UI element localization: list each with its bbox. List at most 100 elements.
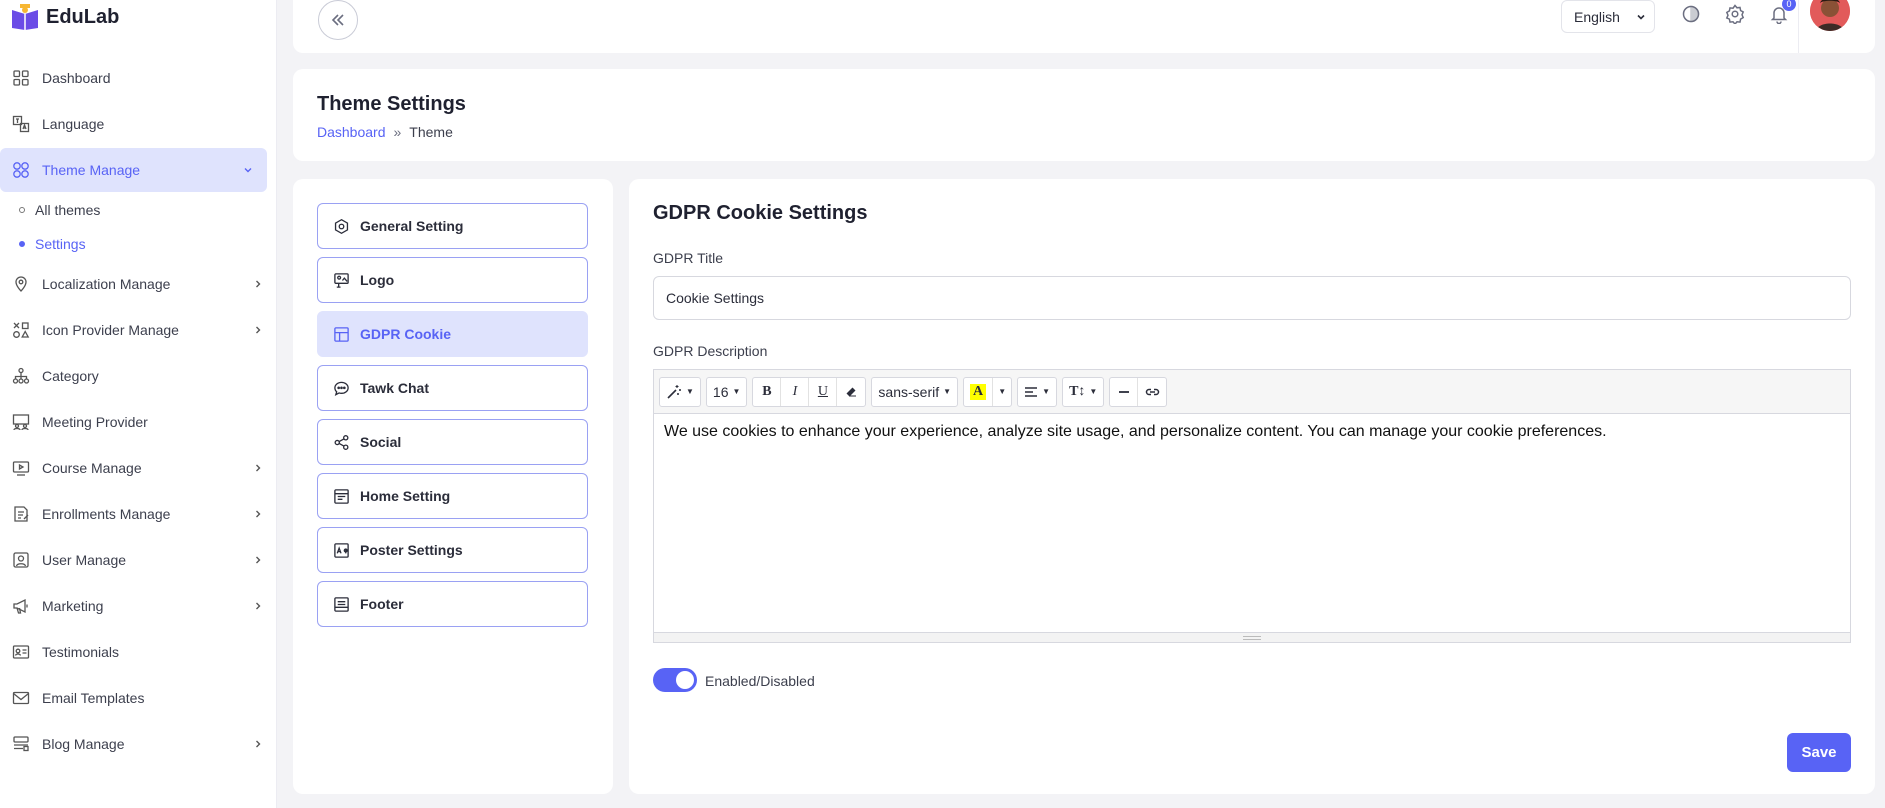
italic-icon: I (792, 383, 798, 399)
sidebar-subitem-label: All themes (35, 202, 101, 218)
eraser-icon (846, 387, 856, 397)
settings-tab-label: Poster Settings (360, 542, 463, 558)
sidebar-subitem-settings[interactable]: Settings (0, 227, 277, 261)
sidebar-item-label: Course Manage (42, 460, 142, 476)
text-color-button[interactable]: A (964, 377, 994, 406)
mail-icon (11, 689, 30, 708)
user-icon (11, 551, 30, 570)
double-chevron-left-icon (331, 14, 344, 26)
location-icon (11, 275, 30, 294)
editor-toolbar: ▼ 16 ▼ B I U sans-serif ▼ A ▼ ▼ T↕ ▼ (654, 370, 1850, 414)
chevron-right-icon (251, 507, 265, 521)
gdpr-description-label: GDPR Description (653, 343, 768, 359)
sidebar-item-meeting-provider[interactable]: Meeting Provider (0, 399, 277, 445)
sidebar-item-email-templates[interactable]: Email Templates (0, 675, 277, 721)
sidebar-item-enrollments-manage[interactable]: Enrollments Manage (0, 491, 277, 537)
align-button[interactable]: ▼ (1018, 378, 1056, 406)
sidebar-item-label: Meeting Provider (42, 414, 148, 430)
sidebar-item-marketing[interactable]: Marketing (0, 583, 277, 629)
editor-content[interactable]: We use cookies to enhance your experienc… (654, 414, 1850, 632)
settings-tab-label: Footer (360, 596, 404, 612)
panel-title: GDPR Cookie Settings (653, 202, 868, 224)
settings-gear-icon[interactable] (1723, 2, 1747, 26)
sidebar-item-icon-provider-manage[interactable]: Icon Provider Manage (0, 307, 277, 353)
breadcrumb-home-link[interactable]: Dashboard (317, 124, 386, 140)
notification-bell-icon[interactable]: 0 (1767, 0, 1796, 26)
chevron-right-icon (251, 599, 265, 613)
sidebar-item-category[interactable]: Category (0, 353, 277, 399)
layout-icon (333, 488, 350, 505)
language-select[interactable]: English (1561, 0, 1655, 33)
underline-button[interactable]: U (809, 377, 838, 406)
settings-tab-social[interactable]: Social (317, 419, 588, 465)
sidebar-item-testimonials[interactable]: Testimonials (0, 629, 277, 675)
sidebar-subitem-all-themes[interactable]: All themes (0, 193, 277, 227)
sidebar-nav: Dashboard Language Theme Manage All them… (0, 55, 277, 767)
brand[interactable]: EduLab (10, 2, 119, 32)
clear-format-button[interactable] (837, 378, 865, 406)
font-size-select[interactable]: 16 ▼ (707, 378, 747, 406)
settings-tab-label: Logo (360, 272, 395, 288)
settings-tab-label: General Setting (360, 218, 464, 234)
font-size-group: 16 ▼ (705, 376, 748, 407)
bullet-icon (19, 241, 25, 247)
sidebar-item-label: Icon Provider Manage (42, 322, 179, 338)
topbar: English 0 (293, 0, 1875, 53)
insert-group (1109, 376, 1168, 407)
settings-tab-footer[interactable]: Footer (317, 581, 588, 627)
user-avatar-icon (1810, 0, 1850, 31)
breadcrumb: Dashboard » Theme (317, 124, 453, 140)
id-card-icon (11, 643, 30, 662)
horizontal-rule-button[interactable] (1110, 377, 1139, 406)
chevron-right-icon (251, 461, 265, 475)
insert-link-button[interactable] (1138, 378, 1166, 406)
sidebar-item-label: User Manage (42, 552, 127, 568)
enroll-icon (11, 505, 30, 524)
toggle-knob (676, 671, 694, 689)
page-header: Theme Settings Dashboard » Theme (293, 69, 1875, 161)
color-dropdown-button[interactable]: ▼ (993, 378, 1011, 406)
sidebar-item-label: Category (42, 368, 99, 384)
editor-resize-handle[interactable] (654, 632, 1850, 642)
magic-wand-button[interactable]: ▼ (660, 378, 700, 406)
breadcrumb-separator: » (393, 124, 402, 140)
settings-tab-label: Home Setting (360, 488, 451, 504)
font-family-select[interactable]: sans-serif ▼ (872, 378, 957, 406)
avatar[interactable] (1810, 0, 1850, 31)
text-color-icon: A (970, 383, 987, 400)
enabled-toggle[interactable] (653, 668, 697, 692)
settings-tab-home-setting[interactable]: Home Setting (317, 473, 588, 519)
settings-tab-label: Tawk Chat (360, 380, 429, 396)
link-icon (1145, 388, 1160, 395)
language-select-value: English (1574, 8, 1620, 25)
chevron-right-icon (251, 277, 265, 291)
gear-hex-icon (333, 218, 350, 235)
megaphone-icon (11, 597, 30, 616)
settings-tab-tawk-chat[interactable]: Tawk Chat (317, 365, 588, 411)
line-height-button[interactable]: T↕ ▼ (1063, 378, 1103, 406)
sidebar-item-localization-manage[interactable]: Localization Manage (0, 261, 277, 307)
sidebar-item-course-manage[interactable]: Course Manage (0, 445, 277, 491)
bold-button[interactable]: B (753, 377, 782, 406)
style-group: ▼ (659, 376, 701, 407)
sidebar-subitem-label: Settings (35, 236, 86, 252)
gdpr-title-input[interactable] (653, 276, 1851, 320)
collapse-sidebar-button[interactable] (318, 0, 358, 40)
save-button[interactable]: Save (1787, 733, 1851, 772)
italic-button[interactable]: I (781, 377, 810, 406)
settings-tab-gdpr-cookie[interactable]: GDPR Cookie (317, 311, 588, 357)
caret-down-icon: ▼ (686, 387, 694, 396)
share-icon (333, 434, 350, 451)
poster-icon (333, 542, 350, 559)
sidebar-item-dashboard[interactable]: Dashboard (0, 55, 277, 101)
gdpr-settings-panel: GDPR Cookie Settings GDPR Title GDPR Des… (629, 179, 1875, 794)
settings-tab-poster-settings[interactable]: Poster Settings (317, 527, 588, 573)
sidebar-item-language[interactable]: Language (0, 101, 277, 147)
sidebar-item-label: Theme Manage (42, 162, 141, 178)
sidebar-item-theme-manage[interactable]: Theme Manage (0, 148, 267, 192)
sidebar-item-user-manage[interactable]: User Manage (0, 537, 277, 583)
settings-tab-general[interactable]: General Setting (317, 203, 588, 249)
theme-toggle-icon[interactable] (1679, 2, 1703, 26)
sidebar-item-blog-manage[interactable]: Blog Manage (0, 721, 277, 767)
settings-tab-logo[interactable]: Logo (317, 257, 588, 303)
